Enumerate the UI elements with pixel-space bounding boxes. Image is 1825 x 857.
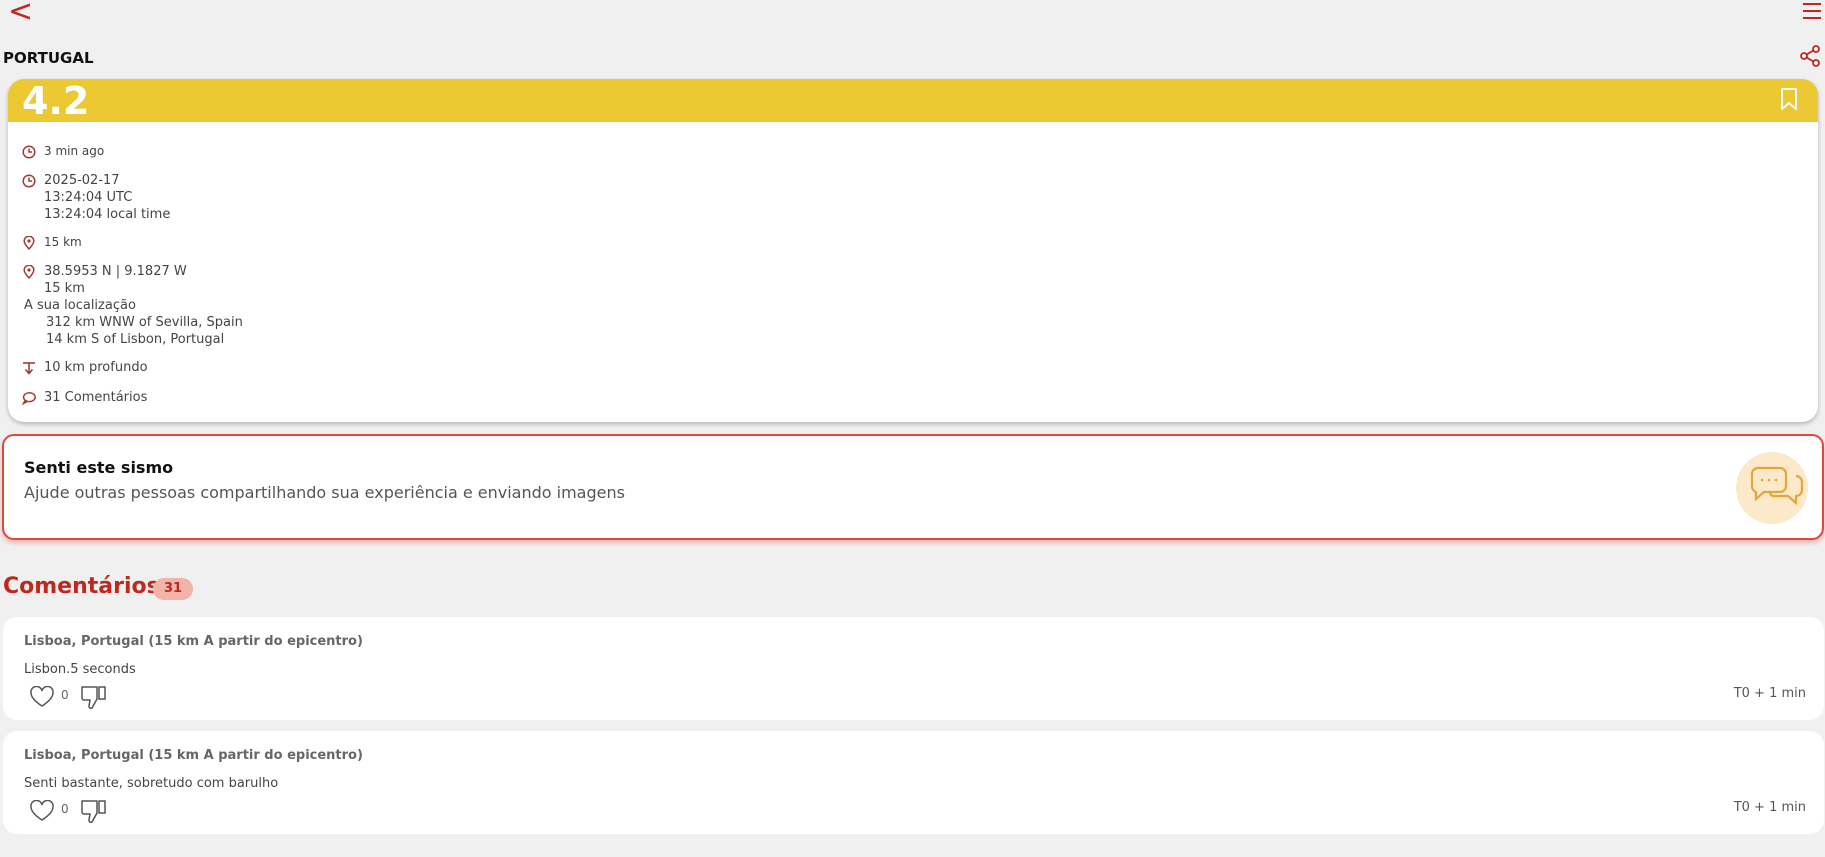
event-utc-time: 13:24:04 UTC [44, 190, 133, 205]
chat-bubbles-icon [1736, 452, 1808, 524]
depth: 10 km profundo [44, 360, 148, 375]
like-count: 0 [61, 802, 69, 816]
comment-time: T0 + 1 min [1733, 800, 1806, 815]
your-location-label: A sua localização [24, 298, 136, 313]
felt-subtitle: Ajude outras pessoas compartilhando sua … [24, 483, 625, 502]
clock-icon [22, 145, 36, 159]
location-line-1: 312 km WNW of Sevilla, Spain [46, 315, 243, 330]
clock-icon [22, 174, 36, 188]
hamburger-icon[interactable] [1801, 0, 1823, 22]
comments-heading: Comentários [3, 574, 160, 599]
page-title: PORTUGAL [3, 49, 94, 67]
event-date: 2025-02-17 [44, 173, 120, 188]
felt-earthquake-button[interactable]: Senti este sismo Ajude outras pessoas co… [2, 434, 1824, 540]
heart-icon[interactable] [29, 800, 55, 822]
datetime-block: 2025-02-17 13:24:04 UTC 13:24:04 local t… [44, 172, 170, 223]
top-bar: < [0, 0, 1825, 36]
thumbs-down-icon[interactable] [80, 684, 108, 710]
comment-author: Lisboa, Portugal (15 km A partir do epic… [24, 748, 363, 763]
coordinates-distance: 15 km [44, 281, 85, 296]
share-icon[interactable] [1799, 45, 1821, 67]
heart-icon[interactable] [29, 686, 55, 708]
comment-bubble-icon [22, 392, 36, 405]
felt-title: Senti este sismo [24, 458, 174, 477]
event-card: 4.2 3 min ago 2025-02-17 13:24:04 UTC 13… [8, 79, 1818, 422]
comment-card: Lisboa, Portugal (15 km A partir do epic… [3, 617, 1824, 720]
comment-text: Lisbon.5 seconds [24, 662, 136, 677]
comment-card: Lisboa, Portugal (15 km A partir do epic… [3, 731, 1824, 834]
magnitude-band: 4.2 [8, 79, 1818, 123]
location-pin-icon [23, 236, 35, 250]
back-button[interactable]: < [8, 0, 33, 28]
comment-time: T0 + 1 min [1733, 686, 1806, 701]
comment-author: Lisboa, Portugal (15 km A partir do epic… [24, 634, 363, 649]
thumbs-down-icon[interactable] [80, 798, 108, 824]
like-count: 0 [61, 688, 69, 702]
comment-text: Senti bastante, sobretudo com barulho [24, 776, 279, 791]
location-pin-icon [23, 265, 35, 279]
coordinates: 38.5953 N | 9.1827 W [44, 264, 187, 279]
comments-count-label: 31 Comentários [44, 390, 148, 405]
magnitude-value: 4.2 [22, 79, 90, 123]
location-line-2: 14 km S of Lisbon, Portugal [46, 332, 225, 347]
bookmark-icon[interactable] [1780, 88, 1798, 110]
coordinates-block: 38.5953 N | 9.1827 W 15 km [44, 263, 187, 297]
time-ago: 3 min ago [44, 144, 105, 158]
comments-count-badge: 31 [153, 578, 193, 600]
event-local-time: 13:24:04 local time [44, 207, 171, 222]
distance: 15 km [44, 235, 82, 249]
depth-arrow-icon [23, 362, 35, 375]
